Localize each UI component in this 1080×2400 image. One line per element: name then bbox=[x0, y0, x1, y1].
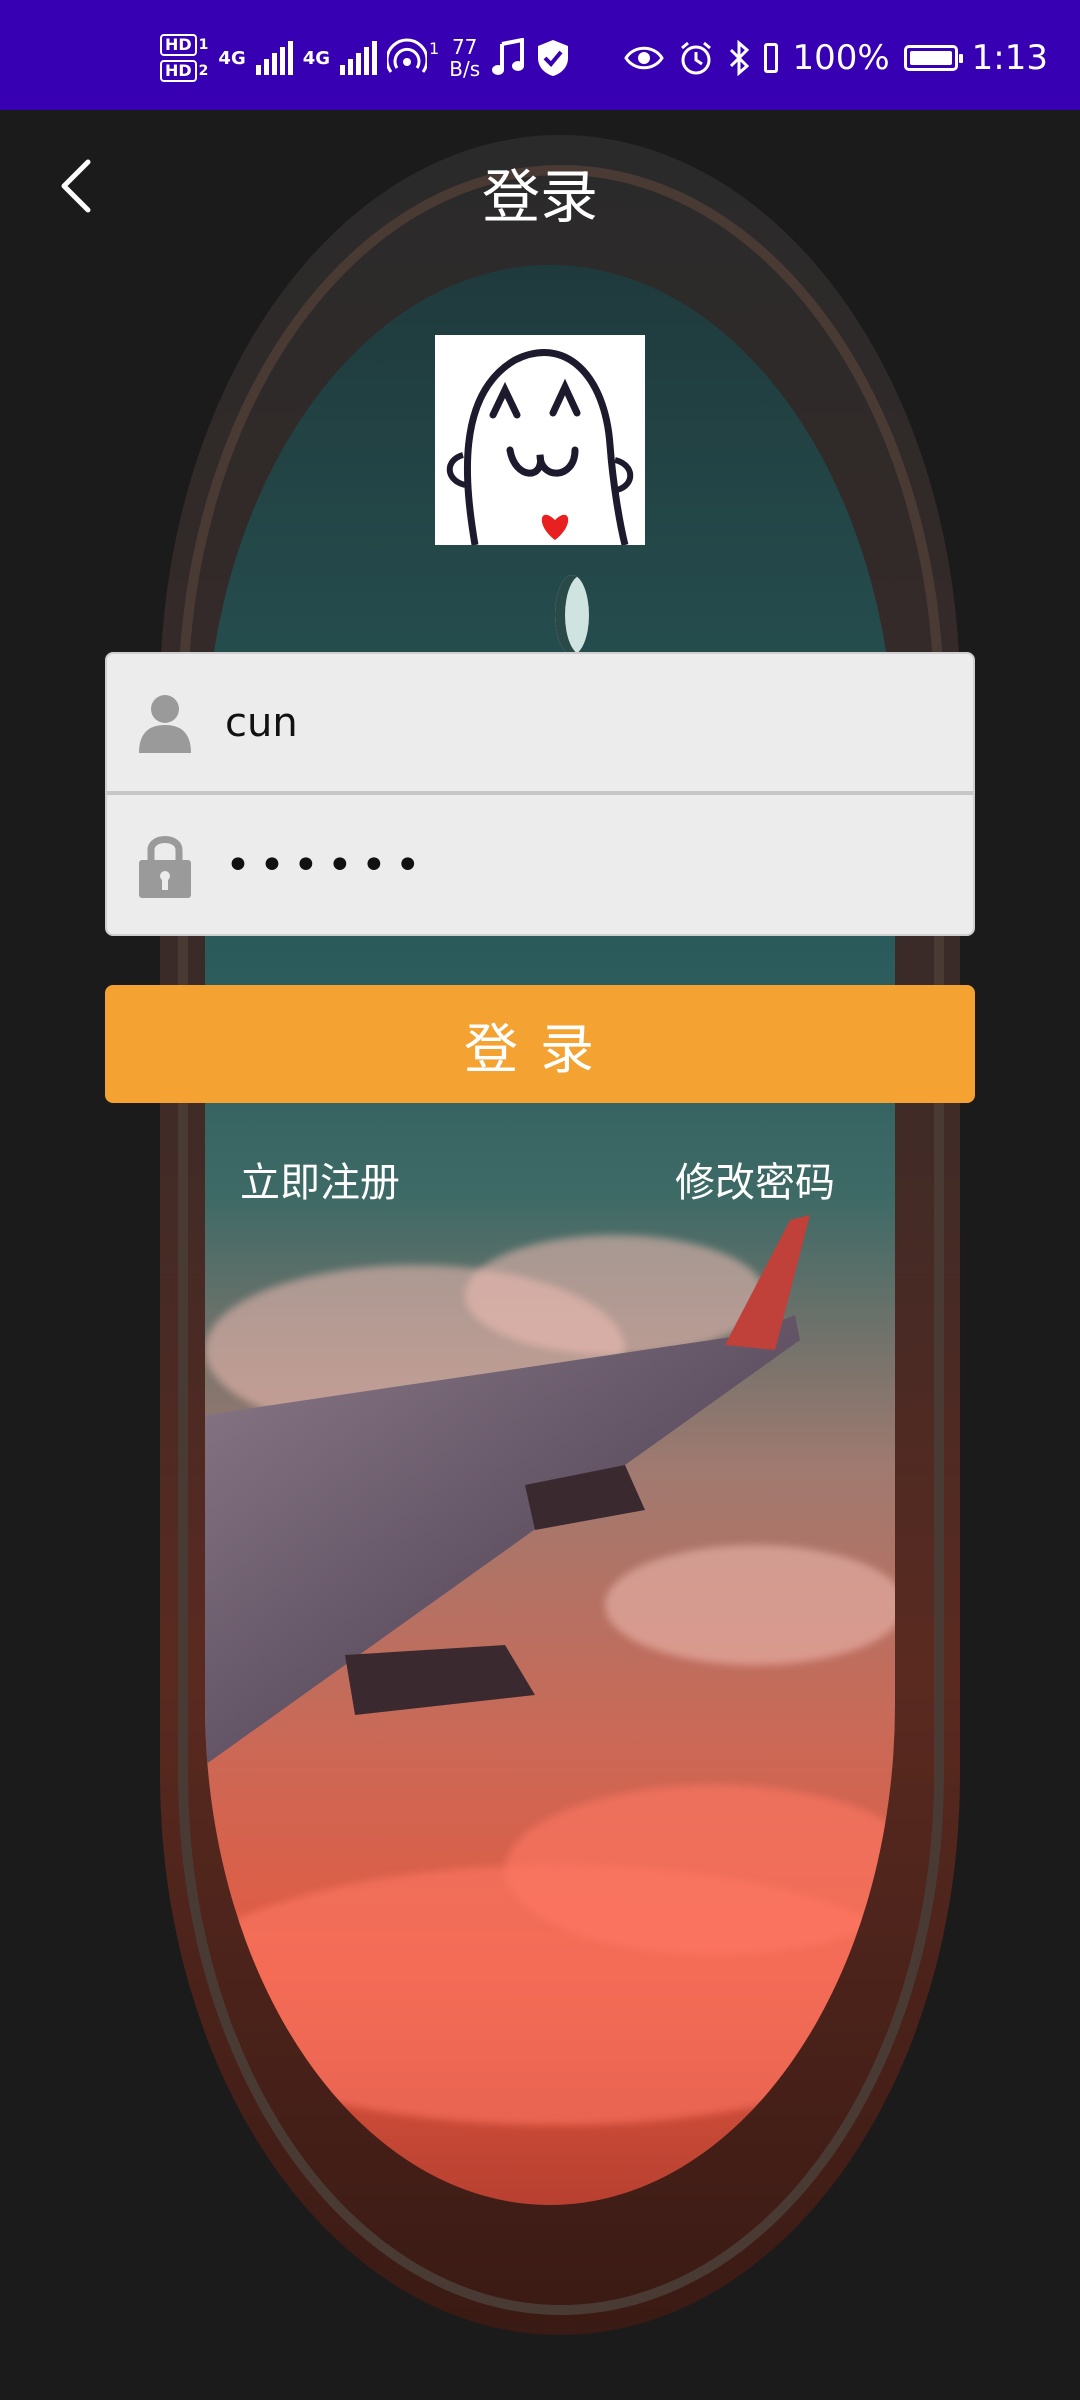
password-input[interactable]: •••••• bbox=[225, 840, 429, 891]
airplane-wing bbox=[205, 1215, 810, 1765]
avatar bbox=[435, 335, 645, 545]
register-link[interactable]: 立即注册 bbox=[240, 1150, 400, 1208]
battery-icon bbox=[903, 45, 963, 71]
user-icon bbox=[135, 690, 195, 756]
cartoon-avatar-icon bbox=[446, 349, 634, 545]
network-type-1: 4G bbox=[218, 47, 246, 69]
battery-fill bbox=[909, 51, 952, 65]
network-speed-value: 77 bbox=[451, 35, 478, 59]
network-speed-unit: B/s bbox=[449, 57, 481, 81]
vibrate-battery-icon bbox=[764, 43, 779, 73]
login-form: cun •••••• bbox=[105, 652, 975, 936]
status-left: HD 1 HD 2 4G 4G 1 77 B/s bbox=[160, 28, 570, 88]
change-password-link[interactable]: 修改密码 bbox=[675, 1150, 835, 1208]
signal-icon-2 bbox=[340, 41, 378, 75]
hd-indicators: HD 1 HD 2 bbox=[160, 34, 208, 82]
lock-icon bbox=[135, 832, 195, 898]
hotspot-icon bbox=[387, 38, 428, 73]
hd-badge-2: HD bbox=[160, 60, 197, 82]
signal-icon-1 bbox=[255, 41, 293, 75]
shield-icon bbox=[538, 40, 569, 76]
password-field[interactable]: •••••• bbox=[107, 796, 973, 934]
clock: 1:13 bbox=[971, 38, 1048, 78]
field-divider bbox=[107, 791, 973, 795]
eye-icon bbox=[624, 46, 665, 70]
airplane-window-view bbox=[205, 265, 895, 2205]
hd-badge-1-sub: 1 bbox=[198, 37, 209, 53]
status-right: 100% 1:13 bbox=[624, 30, 1048, 86]
hd-badge-2-sub: 2 bbox=[198, 63, 209, 79]
login-button[interactable]: 登录 bbox=[105, 985, 975, 1103]
music-icon bbox=[492, 38, 525, 75]
network-type-2: 4G bbox=[302, 47, 331, 69]
status-bar: HD 1 HD 2 4G 4G 1 77 B/s 100% 1:13 bbox=[0, 0, 1080, 110]
hd-badge-1: HD bbox=[160, 34, 197, 56]
battery-percent: 100% bbox=[792, 38, 890, 78]
network-speed: 77 B/s bbox=[449, 36, 480, 80]
page-title: 登录 bbox=[481, 163, 598, 231]
hotspot-sub: 1 bbox=[429, 38, 440, 58]
username-input[interactable]: cun bbox=[225, 700, 298, 746]
bluetooth-icon bbox=[730, 40, 750, 76]
app-bar: 登录 bbox=[0, 110, 1080, 260]
alarm-icon bbox=[681, 41, 712, 75]
username-field[interactable]: cun bbox=[107, 654, 973, 792]
